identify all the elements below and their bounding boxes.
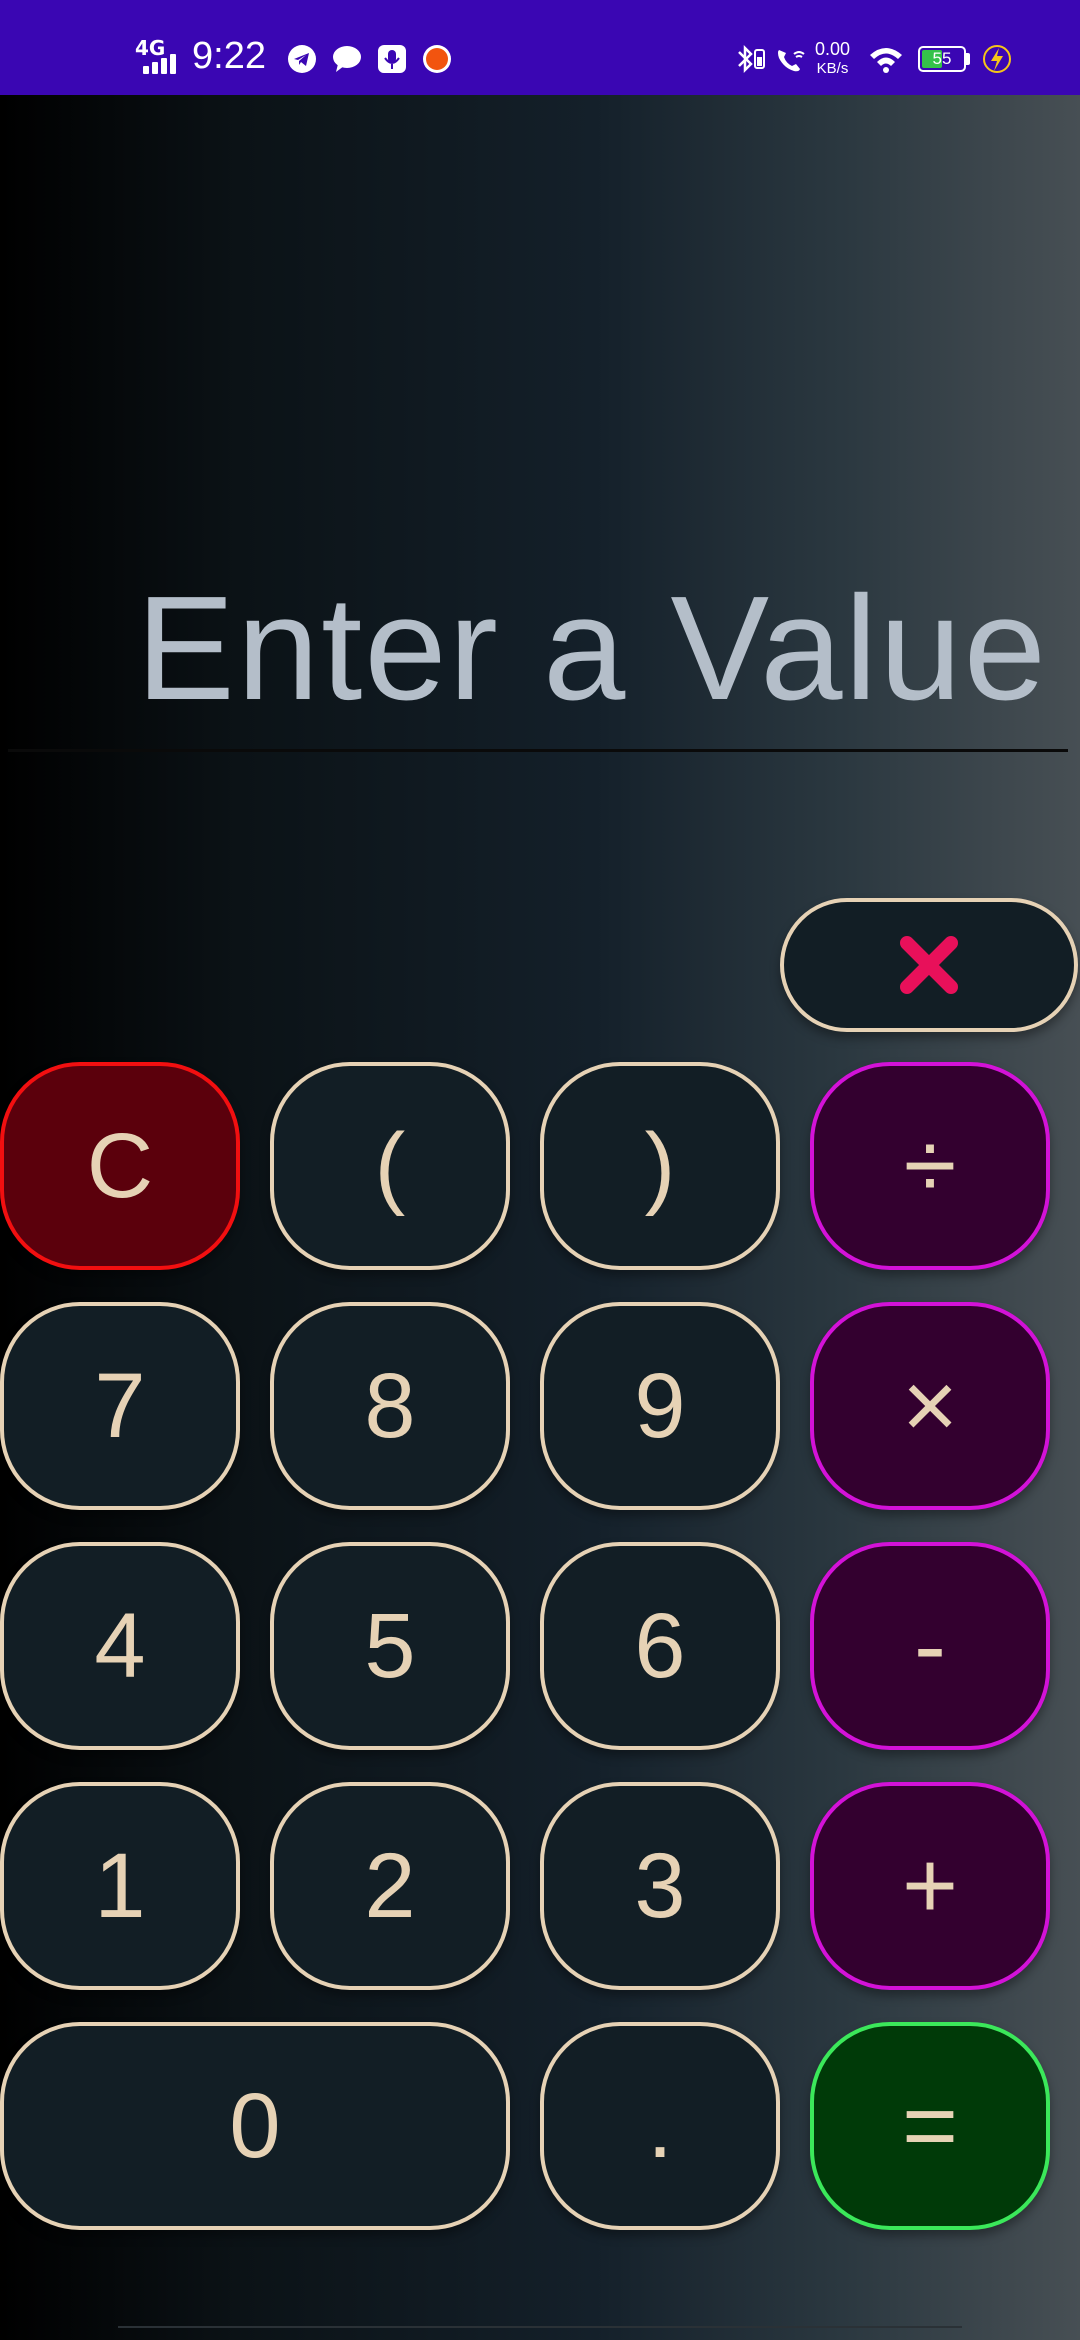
backspace-button[interactable]: [780, 898, 1078, 1032]
equals-button[interactable]: =: [810, 2022, 1050, 2230]
minus-button[interactable]: -: [810, 1542, 1050, 1750]
clear-button[interactable]: C: [0, 1062, 240, 1270]
expression-display[interactable]: Enter a Value: [136, 575, 1048, 723]
bluetooth-icon: [738, 44, 765, 74]
bottom-nav-divider: [118, 2326, 962, 2334]
network-speed-unit: KB/s: [816, 60, 849, 77]
digit-6-button[interactable]: 6: [540, 1542, 780, 1750]
digit-2-button[interactable]: 2: [270, 1782, 510, 1990]
telegram-icon: [288, 45, 316, 73]
digit-3-button[interactable]: 3: [540, 1782, 780, 1990]
network-speed: 0.00 KB/s: [815, 40, 850, 78]
wifi-call-icon: [778, 50, 805, 72]
voice-recorder-icon: [378, 45, 406, 73]
clock: 9:22: [192, 35, 266, 77]
battery-icon: 55: [918, 46, 966, 72]
digit-1-button[interactable]: 1: [0, 1782, 240, 1990]
digit-4-button[interactable]: 4: [0, 1542, 240, 1750]
digit-8-button[interactable]: 8: [270, 1302, 510, 1510]
status-bar: 4G 9:22 0.00 KB/s 55: [0, 0, 1080, 95]
digit-5-button[interactable]: 5: [270, 1542, 510, 1750]
divide-button[interactable]: ÷: [810, 1062, 1050, 1270]
signal-icon: [143, 50, 185, 74]
wifi-icon: [870, 48, 902, 73]
battery-tip: [966, 53, 970, 65]
digit-0-button[interactable]: 0: [0, 2022, 510, 2230]
digit-7-button[interactable]: 7: [0, 1302, 240, 1510]
calculator-screen: Enter a Value C ( ) ÷ 7 8 9 × 4 5 6 - 1 …: [0, 95, 1080, 2340]
close-paren-button[interactable]: ): [540, 1062, 780, 1270]
display-underline: [8, 749, 1068, 752]
multiply-button[interactable]: ×: [810, 1302, 1050, 1510]
plus-button[interactable]: +: [810, 1782, 1050, 1990]
charging-bolt-icon: [983, 45, 1011, 73]
decimal-point-button[interactable]: .: [540, 2022, 780, 2230]
chat-bubble-icon: [333, 46, 361, 72]
battery-level: 55: [932, 49, 952, 68]
digit-9-button[interactable]: 9: [540, 1302, 780, 1510]
network-speed-value: 0.00: [815, 39, 851, 59]
open-paren-button[interactable]: (: [270, 1062, 510, 1270]
record-dot-icon: [423, 45, 451, 73]
close-icon: [900, 936, 958, 994]
